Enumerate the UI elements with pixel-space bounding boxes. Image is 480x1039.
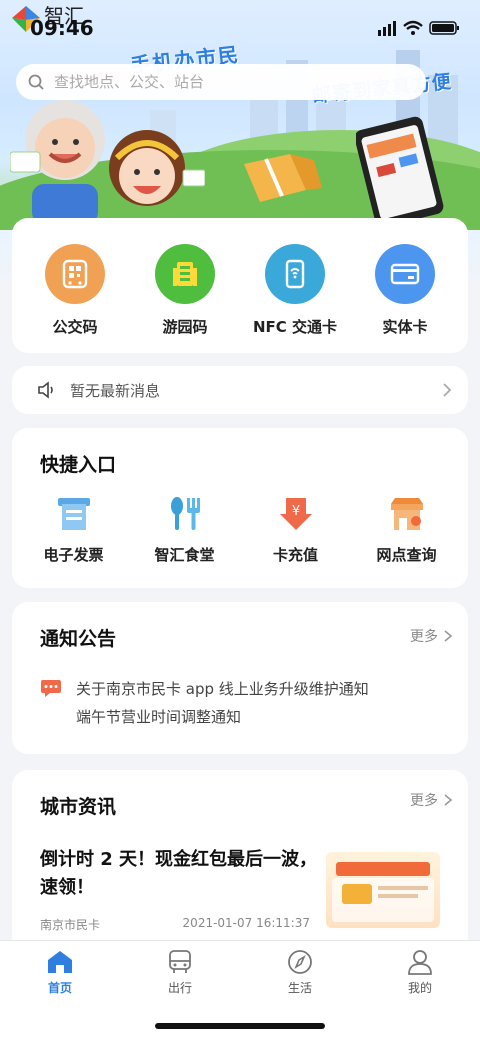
home-icon [48, 951, 72, 973]
service-label: 实体卡 [382, 318, 428, 336]
notice-card: 通知公告 更多 关于南京市民卡 app 线上业务升级维护通知 端午节营业时间调整… [12, 602, 468, 754]
quick-entry-title: 快捷入口 [40, 454, 117, 476]
more-label: 更多 [410, 793, 438, 809]
news-text: 暂无最新消息 [70, 381, 161, 400]
service-physical-card[interactable]: 实体卡 [353, 244, 457, 337]
chevron-right-icon [444, 630, 453, 642]
system-status-icons [378, 20, 459, 36]
quick-item-invoice[interactable]: 电子发票 [22, 494, 126, 565]
tab-label: 首页 [47, 981, 72, 995]
service-label: 公交码 [52, 318, 98, 336]
person-icon [408, 950, 432, 975]
quick-item-label: 网点查询 [376, 546, 437, 564]
service-bus-code[interactable]: 公交码 [23, 244, 127, 337]
article-datetime: 2021-01-07 16:11:37 [182, 916, 310, 930]
message-icon [40, 679, 64, 697]
tab-life[interactable]: 生活 [255, 949, 345, 996]
notice-title: 通知公告 [40, 628, 117, 650]
notice-text: 关于南京市民卡 app 线上业务升级维护通知 [76, 679, 369, 698]
girl-illustration [109, 130, 205, 206]
search-input[interactable] [54, 73, 374, 91]
service-park-code[interactable]: 游园码 [133, 244, 237, 337]
city-news-card: 城市资讯 更多 倒计时 2 天！现金红包最后一波，速领！ 南京市民卡 2021-… [12, 770, 468, 960]
tab-label: 我的 [407, 981, 432, 995]
chevron-right-icon [443, 383, 452, 397]
quick-entry-card: 快捷入口 电子发票 智汇食堂 ¥ 卡充值 网点查询 [12, 428, 468, 588]
outlet-icon [390, 498, 423, 530]
news-article[interactable]: 倒计时 2 天！现金红包最后一波，速领！ [40, 846, 320, 902]
article-title: 倒计时 2 天！现金红包最后一波，速领！ [40, 849, 318, 898]
tab-label: 生活 [287, 981, 312, 995]
tab-label: 出行 [167, 981, 192, 995]
tab-bar: 首页 出行 生活 我的 [0, 940, 480, 1039]
notice-item[interactable]: 端午节营业时间调整通知 [40, 702, 369, 730]
compass-icon [288, 950, 312, 974]
tab-mine[interactable]: 我的 [375, 949, 465, 996]
notice-item[interactable]: 关于南京市民卡 app 线上业务升级维护通知 [40, 674, 369, 702]
article-source: 南京市民卡 [40, 918, 101, 932]
nfc-phone-icon [265, 244, 325, 304]
speaker-icon [38, 381, 53, 399]
quick-item-label: 智汇食堂 [154, 546, 215, 564]
quick-item-canteen[interactable]: 智汇食堂 [133, 494, 237, 565]
bus-icon [169, 950, 191, 973]
city-news-more-link[interactable]: 更多 [410, 790, 454, 810]
park-gate-icon [155, 244, 215, 304]
battery-icon [429, 21, 459, 35]
recharge-icon: ¥ [279, 498, 312, 530]
quick-item-outlet[interactable]: 网点查询 [355, 494, 459, 565]
chevron-right-icon [444, 794, 453, 806]
service-label: NFC 交通卡 [252, 318, 338, 336]
search-bar[interactable] [16, 64, 426, 100]
more-label: 更多 [410, 629, 438, 645]
signal-icon [378, 21, 396, 36]
news-bar[interactable]: 暂无最新消息 [12, 366, 468, 414]
invoice-icon [57, 498, 90, 530]
phone-illustration [356, 116, 444, 226]
wifi-icon [403, 20, 423, 35]
tab-home[interactable]: 首页 [15, 949, 105, 996]
notice-more-link[interactable]: 更多 [410, 626, 454, 646]
card-icon [375, 244, 435, 304]
city-news-title: 城市资讯 [40, 796, 117, 818]
service-nfc-card[interactable]: NFC 交通卡 [243, 244, 347, 337]
status-time: 09:46 [30, 16, 94, 40]
tab-travel[interactable]: 出行 [135, 949, 225, 996]
article-meta: 南京市民卡 2021-01-07 16:11:37 [40, 916, 310, 933]
search-icon [28, 74, 44, 90]
quick-item-label: 卡充值 [272, 546, 318, 564]
services-card: 公交码 游园码 NFC 交通卡 实体卡 [12, 218, 468, 353]
status-bar: 智汇 09:46 [0, 0, 480, 56]
canteen-icon [170, 497, 200, 530]
bus-qr-icon [45, 244, 105, 304]
article-thumbnail[interactable] [326, 852, 440, 928]
parcel-illustration [244, 154, 322, 202]
quick-item-recharge[interactable]: ¥ 卡充值 [244, 494, 348, 565]
quick-item-label: 电子发票 [43, 546, 104, 564]
home-indicator [155, 1023, 325, 1029]
promo-image [332, 862, 434, 922]
notice-text: 端午节营业时间调整通知 [76, 707, 242, 726]
svg-text:¥: ¥ [291, 504, 299, 519]
service-label: 游园码 [162, 318, 208, 336]
